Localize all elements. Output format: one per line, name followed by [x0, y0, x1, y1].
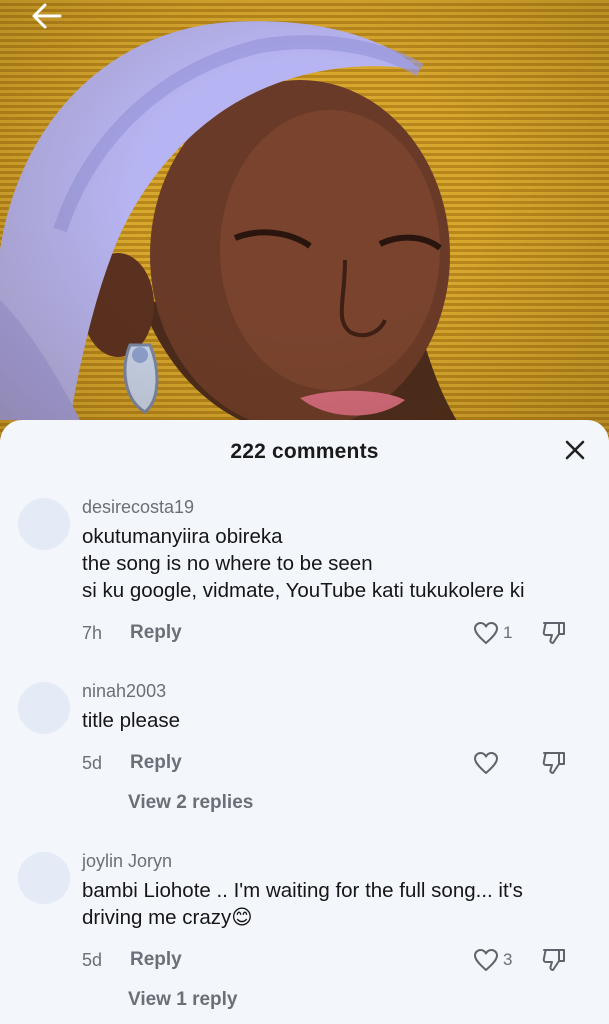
like-button[interactable]: 3	[473, 945, 517, 975]
comment-time: 5d	[82, 752, 103, 773]
comment-time: 7h	[82, 622, 103, 643]
comment-text-line: okutumanyiira obireka	[82, 525, 283, 548]
comment-text: title please	[82, 707, 587, 734]
avatar[interactable]	[18, 682, 70, 734]
comment-username[interactable]: desirecosta19	[82, 496, 587, 518]
like-button[interactable]: 1	[473, 618, 517, 648]
thumbs-down-icon	[542, 752, 565, 774]
reply-button[interactable]: Reply	[130, 752, 182, 774]
like-button[interactable]	[473, 748, 517, 778]
screen: 222 comments desirecosta19 okutumanyiira…	[0, 0, 609, 1024]
comment-item: joylin Joryn bambi Liohote .. I'm waitin…	[0, 850, 609, 1011]
view-replies-button[interactable]: View 2 replies	[128, 792, 587, 814]
comment-text-line: si ku google, vidmate, YouTube kati tuku…	[82, 579, 525, 602]
dislike-button[interactable]	[541, 620, 567, 646]
comment-time: 5d	[82, 949, 103, 970]
avatar[interactable]	[18, 852, 70, 904]
comment-item: desirecosta19 okutumanyiira obireka the …	[0, 496, 609, 648]
comments-header: 222 comments	[0, 420, 609, 482]
comment-text-line: bambi Liohote .. I'm waiting for the ful…	[82, 879, 523, 902]
reply-button[interactable]: Reply	[130, 622, 182, 644]
comment-actions: 5d Reply	[82, 748, 587, 778]
heart-icon	[474, 622, 498, 644]
close-button[interactable]	[561, 436, 589, 464]
comment-text: bambi Liohote .. I'm waiting for the ful…	[82, 877, 587, 931]
arrow-left-icon	[32, 3, 62, 29]
comment-actions: 5d Reply 3	[82, 945, 587, 975]
video-player[interactable]	[0, 0, 609, 440]
like-count: 1	[503, 623, 513, 642]
comment-text: okutumanyiira obireka the song is no whe…	[82, 523, 587, 604]
comment-username[interactable]: joylin Joryn	[82, 850, 587, 872]
comments-sheet: 222 comments desirecosta19 okutumanyiira…	[0, 420, 609, 1024]
view-replies-button[interactable]: View 1 reply	[128, 989, 587, 1011]
comment-text-line: title please	[82, 709, 181, 732]
back-button[interactable]	[26, 0, 66, 32]
thumbs-down-icon	[542, 622, 565, 644]
avatar[interactable]	[18, 498, 70, 550]
dislike-button[interactable]	[541, 947, 567, 973]
close-icon	[565, 440, 585, 460]
comment-text-line: driving me crazy😊	[82, 906, 253, 929]
comment-username[interactable]: ninah2003	[82, 680, 587, 702]
comment-item: ninah2003 title please 5d Reply View 2 r…	[0, 680, 609, 814]
video-vignette	[0, 0, 609, 440]
dislike-button[interactable]	[541, 750, 567, 776]
comment-text-line: the song is no where to be seen	[82, 552, 373, 575]
heart-icon	[474, 752, 498, 774]
heart-icon	[474, 949, 498, 971]
comments-title: 222 comments	[230, 440, 379, 463]
reply-button[interactable]: Reply	[130, 949, 182, 971]
comment-actions: 7h Reply 1	[82, 618, 587, 648]
like-count: 3	[503, 950, 513, 969]
thumbs-down-icon	[542, 949, 565, 971]
